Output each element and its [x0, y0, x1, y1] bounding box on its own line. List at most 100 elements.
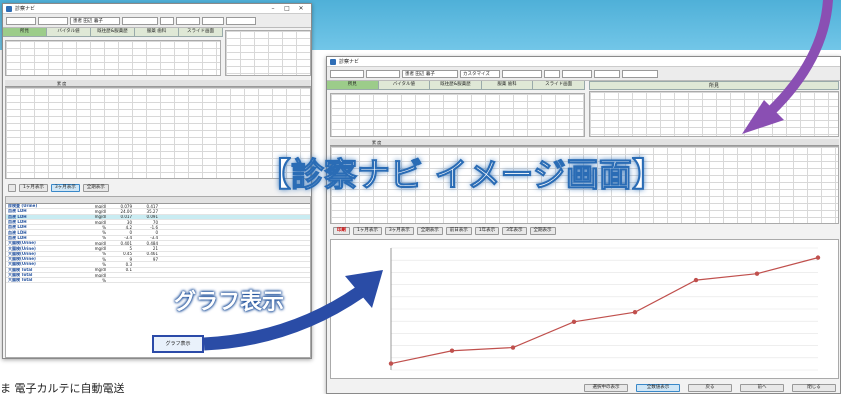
custom-field[interactable]: カスタマイズ — [460, 69, 500, 78]
findings-grid — [330, 93, 585, 137]
tab-slides[interactable]: スライド画面 — [179, 28, 223, 36]
data-point[interactable] — [388, 361, 394, 366]
patient-name-field[interactable]: 患者 田辺 暮子 — [402, 69, 458, 78]
range-1m-button[interactable]: 1ヶ月表示 — [19, 184, 48, 192]
data-point[interactable] — [754, 271, 760, 276]
age-field[interactable] — [176, 16, 200, 25]
lab-value: 0.3 — [125, 262, 132, 267]
bottom-button-1[interactable]: 全数値表示 — [636, 384, 680, 392]
range-all-button[interactable]: 全期表示 — [82, 184, 109, 192]
bottom-button-3[interactable]: 前へ — [740, 384, 784, 392]
bottom-button-2[interactable]: 戻る — [688, 384, 732, 392]
bottom-button-4[interactable]: 閉じる — [792, 384, 836, 392]
dob-field[interactable] — [122, 16, 158, 25]
tab-findings[interactable]: 所見 — [327, 81, 379, 89]
graph-display-button[interactable]: グラフ表示 — [152, 335, 204, 353]
minimize-button[interactable]: – — [266, 4, 280, 13]
range-button-row: 印刷 1ヶ月表示 3ヶ月表示 全期表示 前日表示 1年表示 3年表示 全期表示 — [330, 225, 839, 237]
app-icon — [6, 5, 12, 12]
doctor-select[interactable] — [226, 16, 256, 25]
patient-toolbar: 患者 田辺 暮子 — [3, 14, 311, 28]
lab-value: 0.091 — [146, 214, 158, 220]
data-point[interactable] — [815, 255, 821, 260]
doctor-select[interactable] — [622, 69, 658, 78]
lab-row[interactable]: 大腸検 Total% — [6, 278, 310, 284]
lab-unit: mg/dl — [94, 246, 106, 252]
bottom-button-row: 選択中の表示 全数値表示 戻る 前へ 閉じる — [330, 382, 839, 393]
page: 診察ナビ – □ ✕ 患者 田辺 暮子 所見 バイタル値 既往歴&服薬歴 服薬 … — [0, 0, 841, 394]
range-button-0[interactable]: 印刷 — [333, 227, 350, 235]
gender-field[interactable] — [160, 16, 174, 25]
insurance-field[interactable] — [594, 69, 620, 78]
patient-name-field[interactable]: 患者 田辺 暮子 — [70, 16, 120, 25]
lab-unit: % — [102, 262, 106, 267]
bottom-button-0[interactable]: 選択中の表示 — [584, 384, 628, 392]
lab-value: 5 — [129, 246, 132, 252]
tab-slides[interactable]: スライド画面 — [533, 81, 585, 89]
range-button-3[interactable]: 全期表示 — [416, 227, 443, 235]
data-point[interactable] — [449, 348, 455, 353]
side-header: 所見 — [589, 81, 839, 90]
lab-value: 9 — [129, 256, 132, 262]
age-field[interactable] — [562, 69, 592, 78]
lab-trend-chart — [388, 247, 821, 371]
data-point[interactable] — [571, 319, 577, 325]
app-icon — [330, 58, 336, 65]
window-title: 診察ナビ — [339, 59, 360, 65]
dob-field[interactable] — [502, 69, 542, 78]
data-point[interactable] — [632, 310, 638, 315]
lab-value: 0.1 — [125, 267, 132, 273]
tab-history[interactable]: 既往歴&服薬歴 — [91, 28, 135, 36]
tab-history[interactable]: 既往歴&服薬歴 — [430, 81, 482, 89]
tab-vitals[interactable]: バイタル値 — [379, 81, 431, 89]
lab-rows: 尿検査 (Urine) mg/dl 0.079 0.417 血液 LDH mg/dl 24.… — [6, 204, 310, 284]
lab-unit: % — [102, 256, 106, 262]
graph-display-label: グラフ表示 — [174, 290, 285, 315]
patient-kana-field[interactable] — [366, 69, 400, 78]
back-window-titlebar: 診察ナビ – □ ✕ — [3, 4, 311, 14]
lab-value: -1.6 — [150, 225, 158, 230]
lab-unit: mg/dl — [94, 214, 106, 220]
side-panel — [589, 91, 839, 137]
data-point[interactable] — [510, 345, 516, 350]
lab-unit: % — [102, 251, 106, 257]
findings-grid — [5, 40, 221, 76]
lab-value: 30 — [126, 219, 132, 225]
lab-value: 0.461 — [146, 251, 158, 257]
lab-unit: % — [102, 230, 106, 236]
back-tabs: 所見 バイタル値 既往歴&服薬歴 服薬 歯科 スライド画面 — [3, 28, 223, 37]
totals-header-label: 累 度 — [57, 81, 67, 86]
print-button[interactable] — [8, 184, 16, 192]
side-panel — [225, 30, 311, 76]
lab-results-table: 尿検査 (Urine) mg/dl 0.079 0.417 血液 LDH mg/dl 24.… — [5, 196, 311, 358]
range-button-7[interactable]: 全期表示 — [529, 227, 556, 235]
front-window-titlebar: 診察ナビ — [327, 57, 840, 67]
graph-panel — [330, 239, 839, 379]
patient-kana-field[interactable] — [38, 16, 68, 25]
lab-value: -3.4 — [124, 235, 132, 241]
front-tabs: 所見 バイタル値 既往歴&服薬歴 服薬 歯科 スライド画面 — [327, 81, 585, 90]
front-window: 診察ナビ 患者 田辺 暮子 カスタマイズ 所見 バイタル値 既往歴&服薬歴 服薬… — [326, 56, 841, 394]
lab-value: 24.00 — [120, 209, 132, 214]
range-button-1[interactable]: 1ヶ月表示 — [353, 227, 382, 235]
range-button-4[interactable]: 前日表示 — [445, 227, 472, 235]
range-button-6[interactable]: 3年表示 — [502, 227, 527, 235]
range-button-5[interactable]: 1年表示 — [474, 227, 500, 235]
lab-unit: mg/dl — [94, 204, 106, 209]
lab-value: 0 — [129, 230, 132, 236]
close-button[interactable]: ✕ — [294, 4, 308, 13]
range-button-2[interactable]: 3ヶ月表示 — [384, 227, 414, 235]
lab-unit: % — [102, 225, 106, 230]
tab-findings[interactable]: 所見 — [3, 28, 47, 36]
data-point[interactable] — [693, 277, 699, 283]
patient-id-field[interactable] — [330, 69, 364, 78]
insurance-field[interactable] — [202, 16, 224, 25]
range-3m-button[interactable]: 3ヶ月表示 — [50, 184, 80, 192]
lab-unit: mg/dl — [94, 267, 106, 273]
tab-dental[interactable]: 服薬 歯科 — [135, 28, 179, 36]
gender-field[interactable] — [544, 69, 560, 78]
tab-vitals[interactable]: バイタル値 — [47, 28, 91, 36]
maximize-button[interactable]: □ — [280, 4, 294, 13]
patient-id-field[interactable] — [6, 16, 36, 25]
tab-dental[interactable]: 服薬 歯科 — [482, 81, 534, 89]
